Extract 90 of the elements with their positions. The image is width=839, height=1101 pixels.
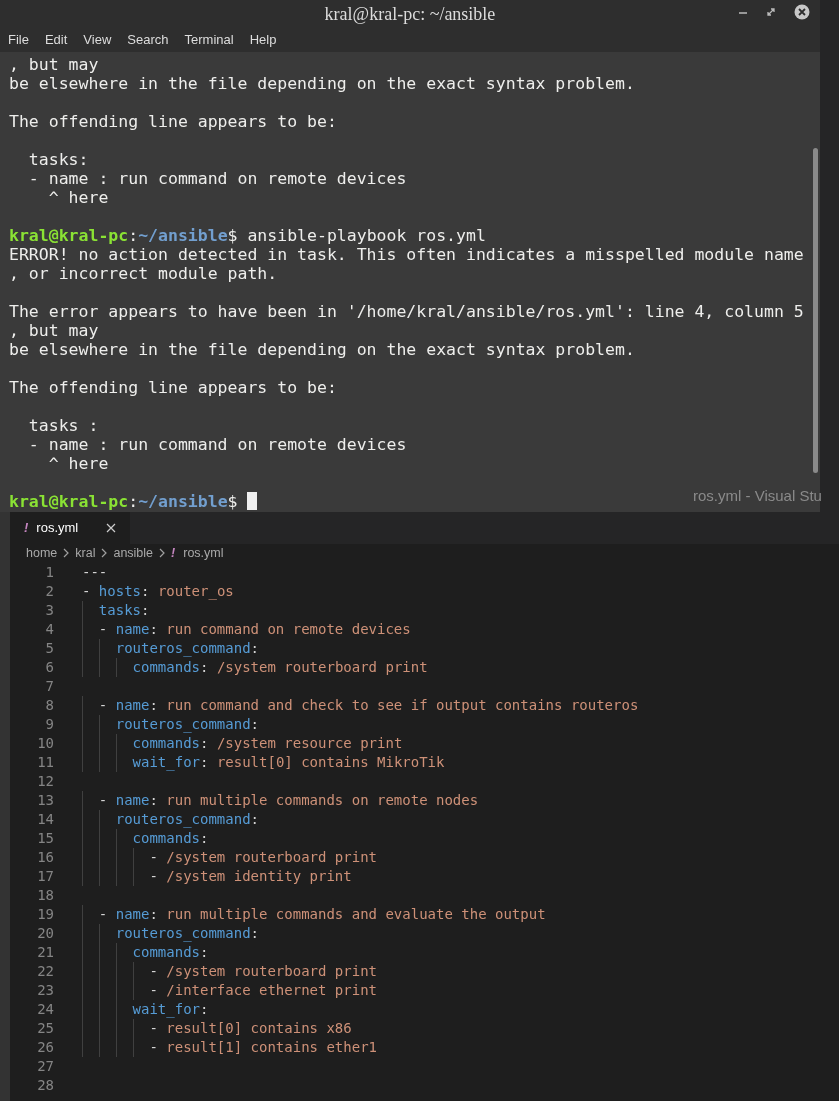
menu-item[interactable]: Edit [44, 30, 68, 50]
window-title: kral@kral-pc: ~/ansible [324, 2, 496, 26]
line-number: 15 [36, 829, 54, 848]
terminal-line: ^ here [47, 188, 109, 207]
close-icon[interactable] [794, 4, 810, 20]
terminal-line: , or incorrect module path. [9, 264, 278, 283]
menu-item[interactable]: Search [127, 30, 169, 50]
code-line: routeros_command: [114, 640, 259, 656]
code-line: commands: /system routerboard print [131, 659, 428, 675]
code-line: - /system routerboard print [148, 963, 377, 979]
terminal-line: kral@kral-pc:~/ansible$ ansible-playbook ros.yml [9, 226, 486, 245]
breadcrumb-item[interactable]: ros.yml [183, 543, 224, 563]
line-number: 19 [36, 905, 54, 924]
code-line: wait_for: [131, 1001, 209, 1017]
code-line: - /system identity print [148, 868, 352, 884]
code-line: - /interface ethernet print [148, 982, 377, 998]
line-number: 18 [36, 886, 54, 905]
chevron-right-icon [158, 548, 167, 558]
line-number: 8 [44, 696, 54, 715]
line-number: 28 [36, 1076, 54, 1095]
terminal-line: The offending line appears to be: [9, 112, 337, 131]
line-number: 1 [44, 563, 54, 582]
line-number: 2 [44, 582, 54, 601]
line-number: 3 [44, 601, 54, 620]
code-line: - result[1] contains ether1 [148, 1039, 377, 1055]
terminal-line: be elsewhere in the file depending on the exact syntax problem. [9, 74, 635, 93]
terminal-line: - name : run command on remote devices [27, 435, 407, 454]
yaml-file-icon: ! [171, 543, 176, 563]
line-number: 5 [44, 639, 54, 658]
line-number: 7 [44, 677, 54, 696]
terminal-line: tasks: [27, 150, 89, 169]
code-line: - result[0] contains x86 [148, 1020, 352, 1036]
terminal-line: kral@kral-pc:~/ansible$ [9, 492, 239, 511]
menu-item[interactable]: Help [249, 30, 277, 50]
code-line: routeros_command: [114, 811, 259, 827]
code-line: commands: /system resource print [131, 735, 403, 751]
code-line: - name: run multiple commands on remote nodes [97, 792, 479, 808]
terminal-line: , but may [9, 55, 99, 74]
chevron-right-icon [62, 548, 71, 558]
line-number: 11 [36, 753, 54, 772]
code-line: --- [82, 564, 108, 580]
breadcrumb-item[interactable]: kral [75, 543, 96, 563]
line-number: 25 [36, 1019, 54, 1038]
line-number: 6 [44, 658, 54, 677]
line-number: 10 [36, 734, 54, 753]
terminal-line: , but may [9, 321, 99, 340]
line-number: 16 [36, 848, 54, 867]
line-number: 9 [44, 715, 54, 734]
terminal-line: ERROR! no action detected in task. This often indicates a misspelled module name [9, 245, 804, 264]
terminal-line: The error appears to have been in '/home/kral/ansible/ros.yml': line 4, column 5 [9, 302, 804, 321]
line-number: 27 [36, 1057, 54, 1076]
code-line: - name: run command and check to see if output contains routeros [97, 697, 639, 713]
code-line: routeros_command: [114, 716, 259, 732]
terminal-line: The offending line appears to be: [9, 378, 337, 397]
tab-label: ros.yml [36, 519, 79, 538]
line-number: 13 [36, 791, 54, 810]
yaml-file-icon: ! [24, 518, 29, 538]
line-number: 12 [36, 772, 54, 791]
menu-item[interactable]: View [83, 30, 112, 50]
code-line: tasks: [97, 602, 150, 618]
background-window-title: ros.yml - Visual Stu [693, 486, 822, 506]
breadcrumb-item[interactable]: ansible [113, 543, 154, 563]
terminal-line: - name : run command on remote devices [27, 169, 407, 188]
terminal-line: tasks : [27, 416, 99, 435]
line-number: 24 [36, 1000, 54, 1019]
terminal-line: be elsewhere in the file depending on the exact syntax problem. [9, 340, 635, 359]
code-line: - /system routerboard print [148, 849, 377, 865]
code-line: commands: [131, 830, 209, 846]
line-number: 4 [44, 620, 54, 639]
line-number: 14 [36, 810, 54, 829]
code-line: routeros_command: [114, 925, 259, 941]
code-line: wait_for: result[0] contains MikroTik [131, 754, 445, 770]
line-number: 20 [36, 924, 54, 943]
line-number: 17 [36, 867, 54, 886]
chevron-right-icon [100, 548, 109, 558]
editor-tab[interactable]: ! ros.yml [10, 512, 130, 544]
line-number: 23 [36, 981, 54, 1000]
line-number: 21 [36, 943, 54, 962]
code-line: - name: run multiple commands and evaluate the output [97, 906, 546, 922]
code-line: - hosts: router_os [82, 583, 234, 599]
code-line: - name: run command on remote devices [97, 621, 411, 637]
menu-item[interactable]: File [8, 30, 29, 50]
menu-item[interactable]: Terminal [184, 30, 234, 50]
close-icon[interactable] [106, 523, 116, 533]
maximize-icon[interactable] [766, 7, 776, 17]
terminal-line: ^ here [47, 454, 109, 473]
line-number: 26 [36, 1038, 54, 1057]
line-number: 22 [36, 962, 54, 981]
code-line: commands: [131, 944, 209, 960]
breadcrumb-item[interactable]: home [26, 543, 58, 563]
